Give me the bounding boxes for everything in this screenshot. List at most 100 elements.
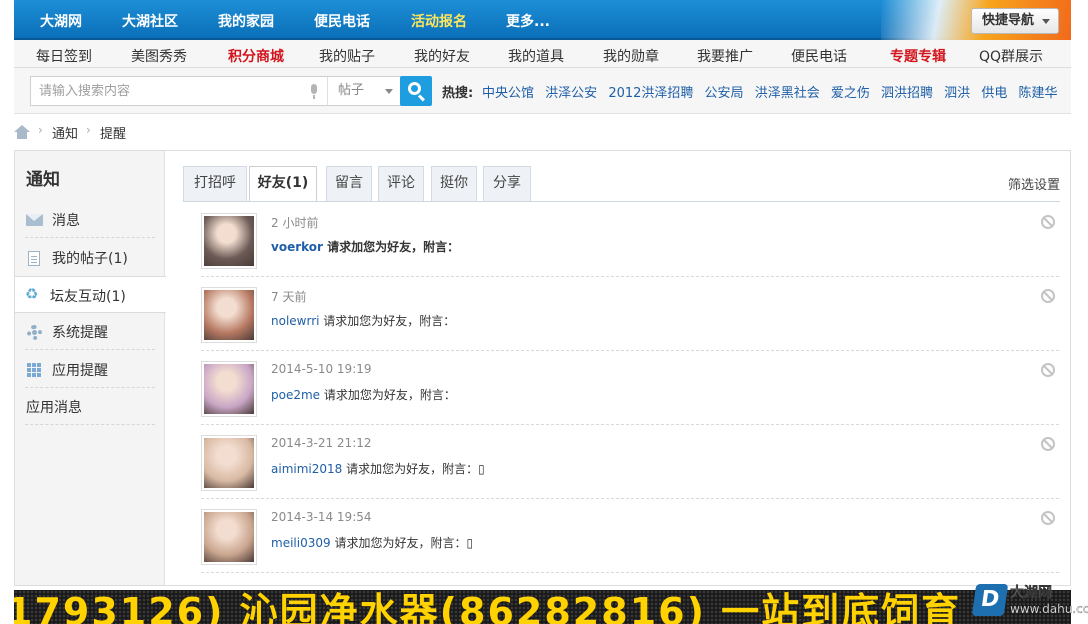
hot-search-link[interactable]: 公安局: [705, 86, 744, 101]
subnav-item-topics[interactable]: 专题专辑: [890, 46, 946, 66]
ignore-icon[interactable]: [1041, 363, 1055, 377]
search-bar: 帖子 热搜: 中央公馆 洪泽公安 2012洪泽招聘 公安局 洪泽黑社会 爱之伤 …: [14, 68, 1071, 114]
tab-friends[interactable]: 好友(1): [249, 166, 317, 202]
watermark-name: 大湖网: [1010, 585, 1052, 601]
avatar-image: [204, 290, 254, 340]
nav-item-events[interactable]: 活动报名: [411, 11, 467, 31]
sub-navigation: 每日签到 美图秀秀 积分商城 我的贴子 我的好友 我的道具 我的勋章 我要推广 …: [14, 40, 1071, 68]
notice-item: 2 小时前 voerkor 请求加您为好友，附言：: [201, 203, 1059, 277]
search-box: 帖子: [30, 76, 406, 106]
breadcrumb-separator: ›: [38, 123, 43, 137]
sidebar-item-label: 系统提醒: [52, 325, 108, 341]
hot-search-link[interactable]: 爱之伤: [831, 86, 870, 101]
hot-search-link[interactable]: 泗洪: [944, 86, 970, 101]
nav-item-dahu[interactable]: 大湖网: [40, 11, 82, 31]
notice-item: 2014-5-10 19:19 poe2me 请求加您为好友，附言：: [201, 351, 1059, 425]
nav-item-home[interactable]: 我的家园: [218, 11, 274, 31]
filter-settings-link[interactable]: 筛选设置: [1008, 174, 1060, 193]
subnav-item-checkin[interactable]: 每日签到: [36, 46, 92, 66]
notice-text: 请求加您为好友，附言：: [322, 240, 460, 254]
notice-username[interactable]: voerkor: [271, 240, 323, 254]
sidebar-item-system[interactable]: 系统提醒: [15, 313, 165, 350]
gear-icon: [27, 325, 42, 340]
quick-nav-button[interactable]: 快捷导航: [971, 8, 1059, 34]
nav-item-phone[interactable]: 便民电话: [314, 11, 370, 31]
hot-search-link[interactable]: 中央公馆: [482, 86, 534, 101]
watermark-url: www.dahu.cc: [1010, 602, 1088, 616]
search-type-select[interactable]: 帖子: [327, 77, 405, 105]
document-icon: [26, 251, 43, 266]
ad-banner[interactable]: 1793126) 沁园净水器(86282816) 一站到底饲育: [14, 590, 1071, 624]
subnav-item-my-medals[interactable]: 我的勋章: [603, 46, 659, 66]
avatar[interactable]: [201, 213, 257, 269]
sidebar-item-label: 消息: [52, 213, 80, 229]
avatar[interactable]: [201, 435, 257, 491]
notice-username[interactable]: poe2me: [271, 388, 320, 402]
notice-message: nolewrri 请求加您为好友，附言：: [271, 312, 455, 329]
notice-text: 请求加您为好友，附言：: [320, 388, 456, 402]
tab-comments[interactable]: 评论: [378, 166, 424, 201]
nav-item-community[interactable]: 大湖社区: [122, 11, 178, 31]
notice-message: voerkor 请求加您为好友，附言：: [271, 238, 459, 255]
notice-panel: 通知 消息 我的帖子(1) ♻ 坛友互动(1) 系统提醒 应用提醒 应用消息 打…: [14, 150, 1071, 586]
search-input[interactable]: [31, 77, 303, 105]
tab-share[interactable]: 分享: [483, 166, 531, 201]
ignore-icon[interactable]: [1041, 289, 1055, 303]
subnav-item-my-friends[interactable]: 我的好友: [414, 46, 470, 66]
hot-search-link[interactable]: 陈建华: [1018, 86, 1057, 101]
sidebar-item-my-posts[interactable]: 我的帖子(1): [15, 239, 165, 276]
sidebar-item-label: 坛友互动(1): [50, 289, 126, 305]
notice-text: 请求加您为好友，附言：▯: [342, 462, 485, 476]
search-icon: [408, 82, 421, 95]
search-type-label: 帖子: [338, 83, 365, 98]
notice-time: 2014-3-21 21:12: [271, 436, 372, 450]
hot-search-label: 热搜:: [442, 86, 474, 101]
sidebar-item-app-messages[interactable]: 应用消息: [15, 388, 165, 425]
site-watermark: D 大湖网 www.dahu.cc: [971, 582, 1088, 624]
subnav-item-my-props[interactable]: 我的道具: [508, 46, 564, 66]
tab-messages[interactable]: 留言: [326, 166, 372, 201]
notice-text: 请求加您为好友，附言：: [319, 314, 456, 328]
avatar[interactable]: [201, 287, 257, 343]
sidebar-item-interaction[interactable]: ♻ 坛友互动(1): [15, 276, 166, 313]
hot-search-link[interactable]: 供电: [981, 86, 1007, 101]
sidebar-item-messages[interactable]: 消息: [15, 201, 165, 238]
chevron-down-icon: [385, 89, 393, 94]
microphone-icon[interactable]: [309, 84, 319, 100]
avatar[interactable]: [201, 509, 257, 565]
hot-search-link[interactable]: 洪泽黑社会: [755, 86, 820, 101]
notice-message: poe2me 请求加您为好友，附言：: [271, 386, 456, 403]
notice-text: 请求加您为好友，附言：▯: [330, 536, 474, 550]
sidebar-item-label: 应用消息: [26, 400, 82, 416]
ignore-icon[interactable]: [1041, 215, 1055, 229]
notice-username[interactable]: nolewrri: [271, 314, 319, 328]
avatar-image: [204, 216, 254, 266]
subnav-item-meitu[interactable]: 美图秀秀: [131, 46, 187, 66]
search-button[interactable]: [400, 76, 432, 106]
envelope-icon: [26, 213, 43, 227]
sidebar-item-app-reminder[interactable]: 应用提醒: [15, 351, 165, 388]
ignore-icon[interactable]: [1041, 437, 1055, 451]
grid-icon: [27, 363, 42, 378]
tab-greet[interactable]: 打招呼: [183, 166, 247, 201]
top-navigation: 大湖网 大湖社区 我的家园 便民电话 活动报名 更多... 快捷导航: [14, 0, 1071, 40]
subnav-item-points-mall[interactable]: 积分商城: [228, 46, 284, 66]
hot-search-link[interactable]: 2012洪泽招聘: [608, 86, 693, 101]
notice-time: 2014-3-14 19:54: [271, 510, 372, 524]
subnav-item-promote[interactable]: 我要推广: [697, 46, 753, 66]
nav-item-more[interactable]: 更多...: [506, 11, 550, 31]
hot-search-link[interactable]: 泗洪招聘: [881, 86, 933, 101]
subnav-item-my-posts[interactable]: 我的贴子: [319, 46, 375, 66]
tab-support[interactable]: 挺你: [431, 166, 477, 201]
notice-username[interactable]: meili0309: [271, 536, 331, 550]
home-icon[interactable]: [14, 125, 30, 139]
subnav-item-qq-groups[interactable]: QQ群展示: [979, 46, 1043, 66]
ignore-icon[interactable]: [1041, 511, 1055, 525]
avatar-image: [204, 512, 254, 562]
subnav-item-phone[interactable]: 便民电话: [791, 46, 847, 66]
breadcrumb-notice[interactable]: 通知: [52, 123, 78, 142]
sidebar-item-label: 应用提醒: [52, 363, 108, 379]
hot-search-link[interactable]: 洪泽公安: [545, 86, 597, 101]
notice-username[interactable]: aimimi2018: [271, 462, 342, 476]
avatar[interactable]: [201, 361, 257, 417]
